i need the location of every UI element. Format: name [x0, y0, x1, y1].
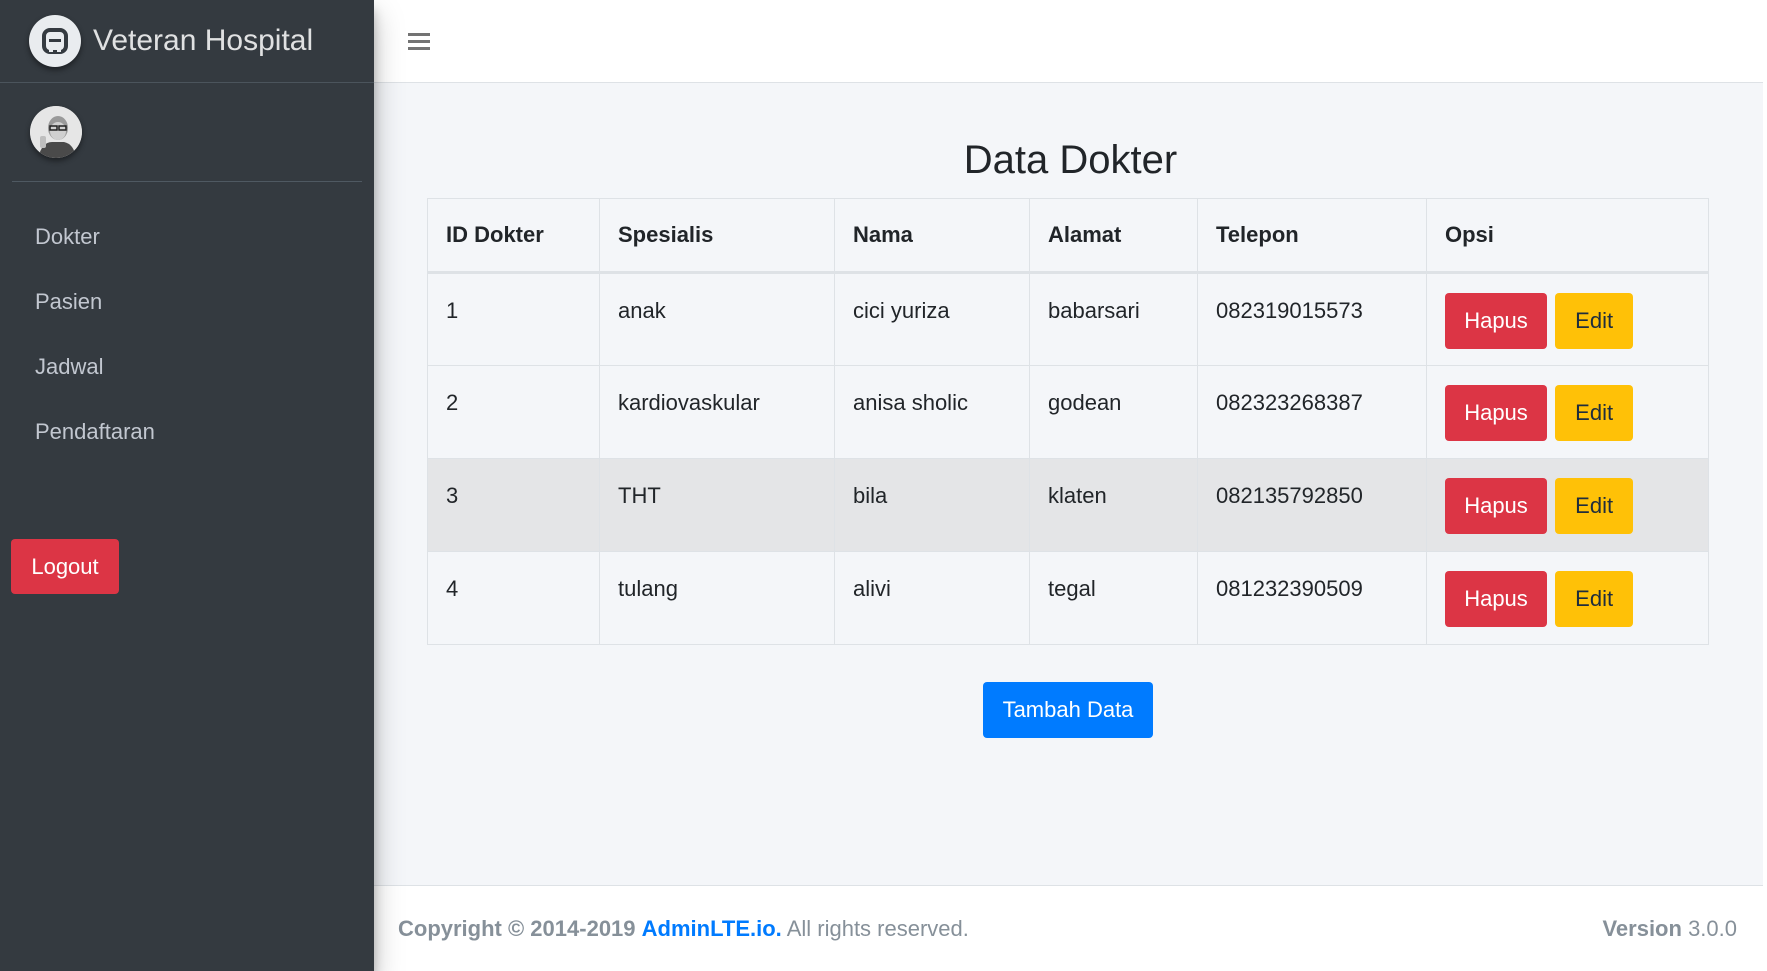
footer-copyright: Copyright © 2014-2019 AdminLTE.io. All r… [398, 916, 969, 942]
brand-link[interactable]: Veteran Hospital [0, 0, 374, 83]
page-title: Data Dokter [963, 138, 1178, 182]
cell-opsi: Hapus Edit [1426, 272, 1709, 366]
table-row: 3 THT bila klaten 082135792850 Hapus Edi… [427, 458, 1709, 552]
cell-id: 4 [427, 551, 600, 645]
add-data-button[interactable]: Tambah Data [983, 682, 1153, 738]
footer: Copyright © 2014-2019 AdminLTE.io. All r… [374, 885, 1767, 971]
cell-opsi: Hapus Edit [1426, 458, 1709, 552]
copyright-text: Copyright © 2014-2019 [398, 915, 636, 941]
top-navbar [374, 0, 1767, 83]
cell-alamat: klaten [1029, 458, 1198, 552]
cell-spesialis: THT [599, 458, 835, 552]
table-row: 4 tulang alivi tegal 081232390509 Hapus … [427, 551, 1709, 645]
sidebar-item-jadwal[interactable]: Jadwal [0, 334, 374, 399]
cell-telepon: 082323268387 [1197, 365, 1427, 459]
column-header-opsi: Opsi [1426, 198, 1709, 274]
adminlte-link[interactable]: AdminLTE.io. [642, 916, 782, 941]
sidebar-item-dokter[interactable]: Dokter [0, 204, 374, 269]
avatar[interactable] [30, 106, 82, 158]
cell-telepon: 082319015573 [1197, 272, 1427, 366]
version-number: 3.0.0 [1688, 915, 1737, 941]
delete-button[interactable]: Hapus [1445, 571, 1547, 627]
cell-alamat: babarsari [1029, 272, 1198, 366]
delete-button[interactable]: Hapus [1445, 385, 1547, 441]
sidebar: Veteran Hospital Dokter Pasien Jadwal Pe… [0, 0, 374, 971]
delete-button[interactable]: Hapus [1445, 478, 1547, 534]
sidebar-item-pasien[interactable]: Pasien [0, 269, 374, 334]
cell-alamat: tegal [1029, 551, 1198, 645]
cell-id: 1 [427, 272, 600, 366]
edit-button[interactable]: Edit [1555, 478, 1634, 534]
table-row: 2 kardiovaskular anisa sholic godean 082… [427, 365, 1709, 459]
rights-text: All rights reserved. [786, 915, 969, 941]
table-header-row: ID Dokter Spesialis Nama Alamat Telepon … [427, 198, 1709, 274]
column-header-nama: Nama [834, 198, 1030, 274]
cell-nama: bila [834, 458, 1030, 552]
hamburger-menu-icon[interactable] [408, 29, 430, 54]
cell-spesialis: tulang [599, 551, 835, 645]
delete-button[interactable]: Hapus [1445, 293, 1547, 349]
cell-spesialis: anak [599, 272, 835, 366]
cell-id: 2 [427, 365, 600, 459]
cell-id: 3 [427, 458, 600, 552]
edit-button[interactable]: Edit [1555, 571, 1634, 627]
version-label: Version [1602, 915, 1682, 941]
window-scrollbar[interactable] [1763, 0, 1767, 971]
footer-version: Version 3.0.0 [1602, 916, 1737, 942]
cell-telepon: 082135792850 [1197, 458, 1427, 552]
cell-opsi: Hapus Edit [1426, 365, 1709, 459]
column-header-telepon: Telepon [1197, 198, 1427, 274]
edit-button[interactable]: Edit [1555, 293, 1634, 349]
cell-telepon: 081232390509 [1197, 551, 1427, 645]
brand-text: Veteran Hospital [93, 24, 314, 57]
user-panel [12, 83, 362, 182]
sidebar-nav: Dokter Pasien Jadwal Pendaftaran [0, 204, 374, 464]
cell-nama: anisa sholic [834, 365, 1030, 459]
doctor-table: ID Dokter Spesialis Nama Alamat Telepon … [427, 198, 1709, 645]
sidebar-item-pendaftaran[interactable]: Pendaftaran [0, 399, 374, 464]
logout-button[interactable]: Logout [11, 539, 119, 594]
table-row: 1 anak cici yuriza babarsari 08231901557… [427, 272, 1709, 366]
cell-opsi: Hapus Edit [1426, 551, 1709, 645]
column-header-spesialis: Spesialis [599, 198, 835, 274]
cell-spesialis: kardiovaskular [599, 365, 835, 459]
column-header-id: ID Dokter [427, 198, 600, 274]
adminlte-logo-icon [29, 15, 81, 67]
column-header-alamat: Alamat [1029, 198, 1198, 274]
cell-nama: alivi [834, 551, 1030, 645]
cell-alamat: godean [1029, 365, 1198, 459]
edit-button[interactable]: Edit [1555, 385, 1634, 441]
cell-nama: cici yuriza [834, 272, 1030, 366]
